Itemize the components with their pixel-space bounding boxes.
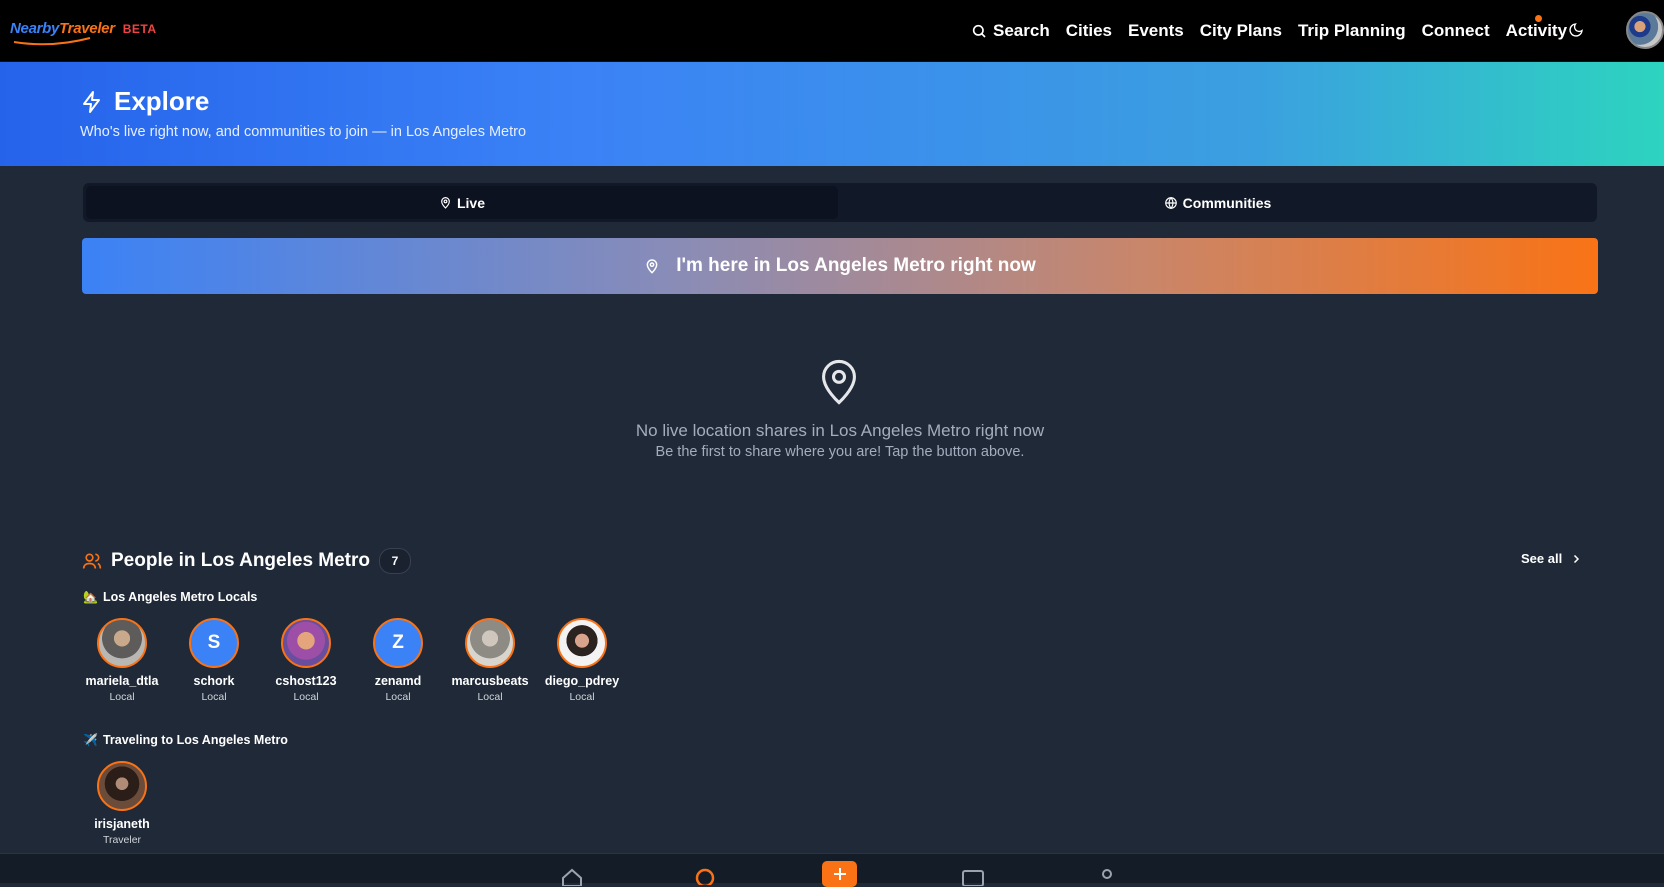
lightning-icon [83,90,100,113]
plus-icon [833,868,846,880]
map-pin-icon [441,197,450,209]
user-avatar[interactable] [1626,11,1664,49]
avatar [557,618,607,668]
person-card[interactable]: irisjaneth Traveler [76,761,168,846]
person-role: Local [201,691,227,703]
see-all-label: See all [1521,551,1563,566]
main-nav: Search Cities Events City Plans Trip Pla… [971,19,1583,43]
avatar [281,618,331,668]
activity-notification-dot [1535,15,1542,22]
person-name: cshost123 [275,674,337,688]
person-name: diego_pdrey [544,674,620,688]
create-button[interactable] [822,861,857,887]
person-role: Local [109,691,135,703]
nav-search-label: Search [993,21,1050,40]
person-card[interactable]: mariela_dtla Local [76,618,168,703]
person-name: marcusbeats [451,674,529,688]
tab-live-label: Live [456,194,485,211]
nav-connect[interactable]: Connect [1422,21,1490,41]
chevron-right-icon [1574,554,1580,563]
people-count-badge: 7 [379,548,412,574]
empty-state-pin-icon [822,359,856,405]
person-card[interactable]: Z zenamd Local [352,618,444,703]
avatar [97,761,147,811]
locals-group-label: 🏡 Los Angeles Metro Locals [83,590,257,604]
house-icon: 🏡 [83,590,98,604]
tab-live[interactable]: Live [86,186,838,219]
locals-group-title: Los Angeles Metro Locals [102,590,258,604]
person-card[interactable]: cshost123 Local [260,618,352,703]
nav-events[interactable]: Events [1128,21,1184,41]
nav-cities[interactable]: Cities [1066,21,1112,41]
explore-icon[interactable] [694,867,716,885]
bottom-nav-bar [0,853,1664,887]
explore-title: Explore [80,86,209,117]
im-here-button[interactable]: I'm here in Los Angeles Metro right now [82,238,1598,294]
page-subtitle: Who's live right now, and communities to… [80,124,527,140]
person-name: schork [193,674,235,688]
airplane-icon: ✈️ [83,733,98,747]
empty-state-title: No live location shares in Los Angeles M… [635,421,1045,440]
avatar [465,618,515,668]
travelers-group-label: ✈️ Traveling to Los Angeles Metro [83,733,288,747]
people-section-header: People in Los Angeles Metro 7 [82,548,412,574]
person-card[interactable]: S schork Local [168,618,260,703]
person-role: Local [569,691,595,703]
brand-name-part1: Nearby [10,20,60,37]
person-card[interactable]: marcusbeats Local [444,618,536,703]
nav-trip-planning[interactable]: Trip Planning [1298,21,1406,41]
people-section-title: People in Los Angeles Metro [111,550,371,571]
dark-mode-toggle-icon[interactable] [1568,22,1584,38]
tab-communities[interactable]: Communities [838,183,1597,222]
explore-hero: Explore Who's live right now, and commun… [0,62,1664,166]
person-role: Local [293,691,319,703]
person-name: zenamd [374,674,422,688]
im-here-button-label: I'm here in Los Angeles Metro right now [676,255,1036,276]
travelers-group-title: Traveling to Los Angeles Metro [102,733,288,747]
page-title: Explore [114,86,210,116]
nav-city-plans[interactable]: City Plans [1200,21,1282,41]
see-all-link[interactable]: See all [1521,551,1582,566]
top-nav-bar: Nearby Traveler BETA Search Cities Events… [0,0,1664,62]
search-icon [972,24,986,38]
globe-icon [1164,196,1177,209]
nav-search[interactable]: Search [971,21,1050,41]
messages-icon[interactable] [962,868,984,886]
person-name: irisjaneth [94,817,150,831]
tab-communities-label: Communities [1182,194,1272,211]
empty-state-subtitle: Be the first to share where you are! Tap… [655,444,1025,460]
person-role: Traveler [102,834,142,846]
nav-activity[interactable]: Activity [1506,21,1567,41]
beta-badge: BETA [122,22,157,36]
logo-swoosh-icon [13,37,91,46]
map-pin-icon [646,259,658,274]
users-icon [82,553,102,569]
person-role: Local [385,691,411,703]
avatar: Z [373,618,423,668]
home-icon[interactable] [561,868,583,886]
person-name: mariela_dtla [85,674,159,688]
explore-tabs: Live Communities [83,183,1597,222]
profile-icon[interactable] [1097,868,1117,886]
person-role: Local [477,691,503,703]
avatar [97,618,147,668]
brand-logo[interactable]: Nearby Traveler BETA [10,20,157,37]
brand-name-part2: Traveler [59,20,115,37]
avatar: S [189,618,239,668]
person-card[interactable]: diego_pdrey Local [536,618,628,703]
